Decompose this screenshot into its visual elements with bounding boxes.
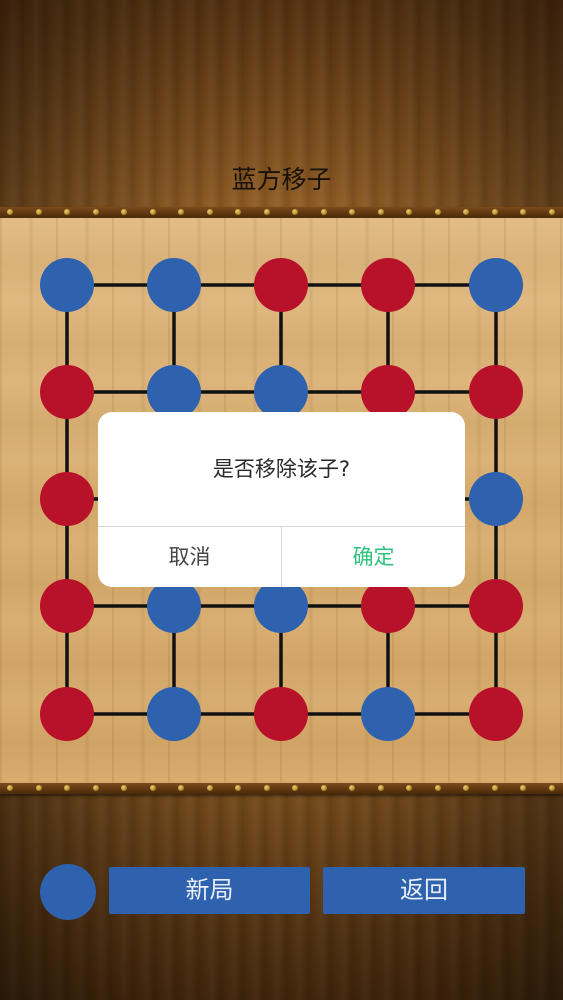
game-screen: 蓝方移子 新局 返回 是否移除该子? 取消 确定: [0, 0, 563, 1000]
dialog-message: 是否移除该子?: [212, 457, 351, 481]
modal-overlay: 是否移除该子? 取消 确定: [0, 0, 563, 1000]
cancel-button[interactable]: 取消: [98, 527, 281, 587]
confirm-button[interactable]: 确定: [282, 527, 465, 587]
remove-piece-dialog: 是否移除该子? 取消 确定: [98, 412, 465, 587]
